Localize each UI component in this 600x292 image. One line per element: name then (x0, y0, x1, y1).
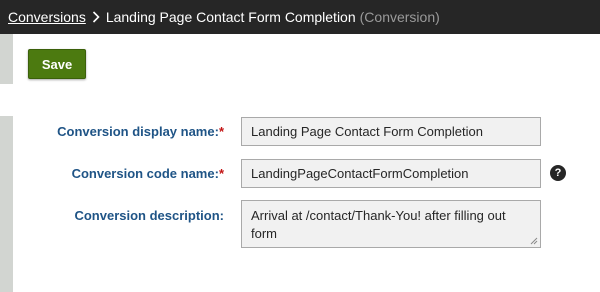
spacer (0, 84, 600, 116)
breadcrumb: Conversions Landing Page Contact Form Co… (0, 0, 600, 34)
code-name-label: Conversion code name:* (72, 166, 224, 181)
breadcrumb-current: Landing Page Contact Form Completion (105, 9, 356, 25)
required-mark: * (218, 166, 224, 181)
required-mark: * (218, 124, 224, 139)
display-name-value: Landing Page Contact Form Completion (251, 124, 483, 139)
save-button[interactable]: Save (28, 49, 86, 79)
breadcrumb-object-type: (Conversion) (359, 9, 440, 25)
resize-grip-icon[interactable] (530, 237, 538, 245)
breadcrumb-conversions-link[interactable]: Conversions (8, 9, 86, 25)
action-bar: Save (0, 34, 600, 84)
description-value: Arrival at /contact/Thank-You! after fil… (251, 208, 506, 241)
conversion-form: Conversion display name:* Landing Page C… (0, 116, 600, 292)
description-textarea[interactable]: Arrival at /contact/Thank-You! after fil… (241, 200, 541, 248)
description-label: Conversion description: (74, 208, 224, 223)
display-name-field[interactable]: Landing Page Contact Form Completion (241, 117, 541, 146)
code-name-value: LandingPageContactFormCompletion (251, 166, 469, 181)
code-name-field[interactable]: LandingPageContactFormCompletion (241, 159, 541, 188)
help-icon[interactable]: ? (550, 165, 566, 181)
code-name-label-text: Conversion code name: (71, 166, 219, 181)
display-name-label-text: Conversion display name: (57, 124, 219, 139)
display-name-label: Conversion display name:* (57, 124, 224, 139)
chevron-right-icon (92, 11, 100, 23)
